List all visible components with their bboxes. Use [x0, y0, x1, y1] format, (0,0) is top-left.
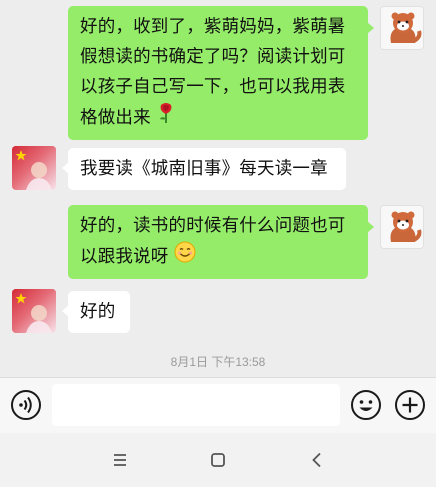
message-text: 好的，读书的时候有什么问题也可以跟我说呀: [80, 216, 346, 267]
smile-icon: [174, 241, 196, 273]
contact-avatar[interactable]: [12, 146, 56, 190]
red-panda-avatar-icon: [381, 206, 423, 248]
message-text: 我要读《城南旧事》每天读一章: [80, 159, 328, 179]
voice-icon[interactable]: [10, 389, 42, 421]
my-avatar[interactable]: [380, 6, 424, 50]
message-input[interactable]: [52, 384, 340, 426]
system-nav-bar: [0, 433, 436, 487]
message-bubble-outgoing[interactable]: 好的，读书的时候有什么问题也可以跟我说呀: [68, 205, 374, 279]
contact-photo-icon: [12, 146, 56, 190]
message-text: 好的: [80, 302, 116, 322]
chat-area: 好的，收到了，紫萌妈妈，紫萌暑假想读的书确定了吗？阅读计划可以孩子自己写一下，也…: [0, 0, 436, 377]
message-bubble-incoming[interactable]: 好的: [62, 291, 130, 333]
message-bubble-incoming[interactable]: 我要读《城南旧事》每天读一章: [62, 148, 346, 190]
rose-icon: [157, 102, 175, 134]
input-bar: [0, 377, 436, 433]
home-icon[interactable]: [208, 450, 228, 470]
menu-icon[interactable]: [110, 450, 130, 470]
red-panda-avatar-icon: [381, 7, 423, 49]
emoji-icon[interactable]: [350, 389, 382, 421]
message-timestamp: 8月1日 下午13:58: [170, 355, 266, 369]
plus-icon[interactable]: [394, 389, 426, 421]
message-bubble-outgoing[interactable]: 好的，收到了，紫萌妈妈，紫萌暑假想读的书确定了吗？阅读计划可以孩子自己写一下，也…: [68, 6, 374, 140]
message-text: 好的，收到了，紫萌妈妈，紫萌暑假想读的书确定了吗？阅读计划可以孩子自己写一下，也…: [80, 17, 346, 128]
back-icon[interactable]: [307, 450, 327, 470]
my-avatar[interactable]: [380, 205, 424, 249]
contact-photo-icon: [12, 289, 56, 333]
contact-avatar[interactable]: [12, 289, 56, 333]
